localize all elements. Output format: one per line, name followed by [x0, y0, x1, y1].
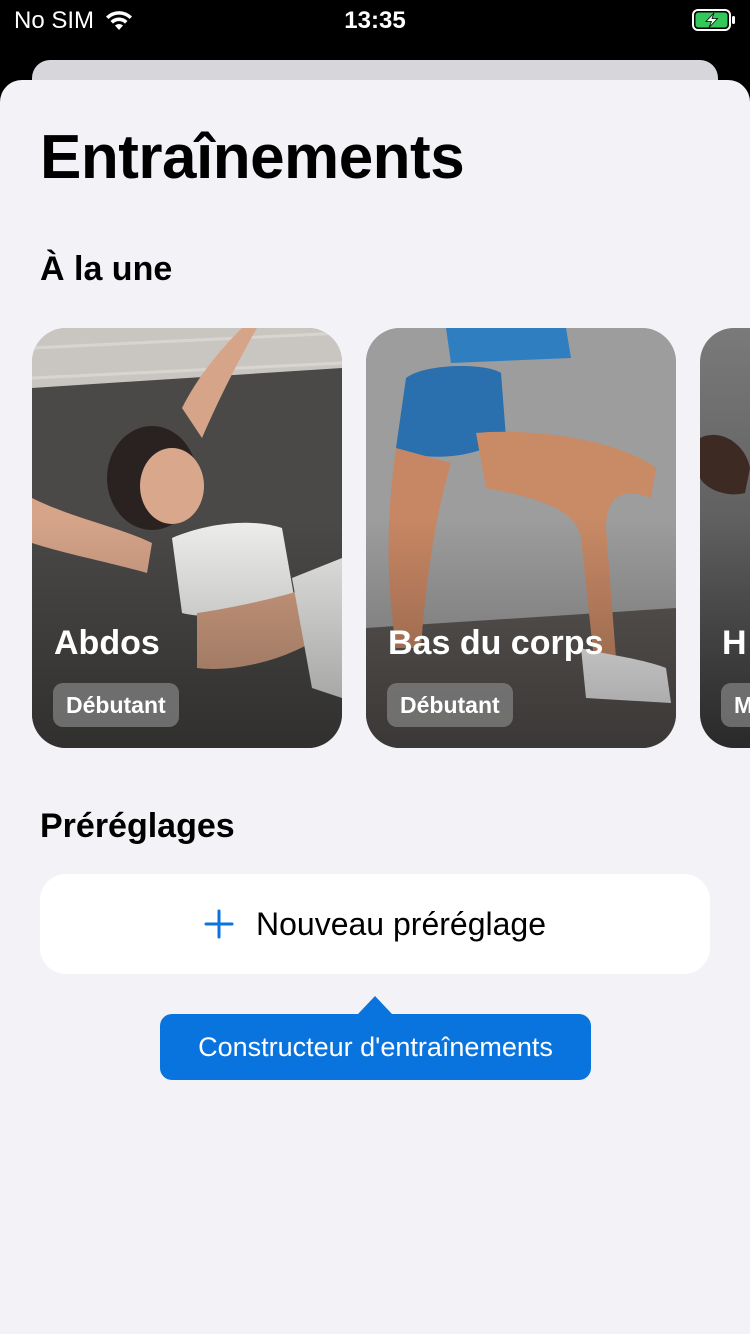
workout-builder-tooltip[interactable]: Constructeur d'entraînements	[160, 1014, 591, 1080]
new-preset-label: Nouveau préréglage	[256, 905, 546, 942]
tooltip-arrow	[358, 996, 392, 1014]
featured-carousel[interactable]: Abdos Débutant Bas du corps Débutant H M	[0, 328, 750, 748]
level-badge: Débutant	[387, 683, 513, 727]
level-badge: Débutant	[53, 683, 179, 727]
page-title: Entraînements	[40, 123, 465, 192]
status-bar: No SIM 13:35	[0, 0, 750, 42]
workout-card-bas-du-corps[interactable]: Bas du corps Débutant	[366, 328, 676, 748]
card-title: Abdos	[54, 624, 160, 662]
new-preset-button[interactable]: Nouveau préréglage	[40, 874, 710, 974]
level-badge: M	[721, 683, 750, 727]
status-time: 13:35	[344, 7, 406, 34]
featured-section-title: À la une	[40, 250, 173, 288]
presets-section-title: Préréglages	[40, 807, 235, 845]
plus-icon	[204, 909, 234, 939]
workouts-sheet: Entraînements À la une Abdos Débutant Ba…	[0, 80, 750, 1334]
battery-charging-icon	[692, 9, 735, 31]
workout-card-abdos[interactable]: Abdos Débutant	[32, 328, 342, 748]
workout-card-partial[interactable]: H M	[700, 328, 750, 748]
screen: No SIM 13:35 Entraînements À la une Abdo…	[0, 0, 750, 1334]
card-title: Bas du corps	[388, 624, 604, 662]
card-title: H	[722, 624, 747, 662]
